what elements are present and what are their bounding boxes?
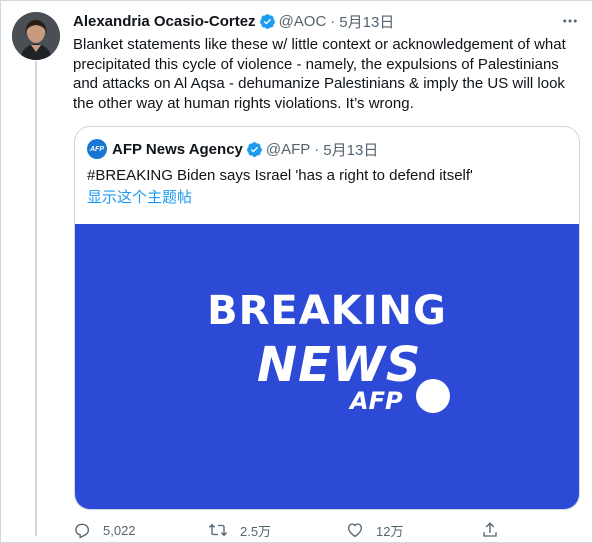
reply-icon xyxy=(75,523,90,539)
like-count: 12万 xyxy=(376,523,404,539)
quoted-tweet-text: #BREAKING Biden says Israel 'has a right… xyxy=(87,167,473,184)
news-text: NEWS xyxy=(257,337,422,393)
like-button[interactable]: 12万 xyxy=(346,521,403,540)
separator-dot: · xyxy=(330,12,336,30)
tweet-text: Blanket statements like these w/ little … xyxy=(73,36,566,112)
more-icon[interactable] xyxy=(560,11,580,31)
quoted-tweet-header: AFP AFP News Agency @AFP · 5月13日 xyxy=(87,139,378,159)
reply-button[interactable]: 5,022 xyxy=(73,521,136,539)
quoted-tweet[interactable]: AFP AFP News Agency @AFP · 5月13日 #BREAKI… xyxy=(74,126,580,510)
breaking-news-image[interactable]: BREAKING NEWS AFP xyxy=(75,224,579,509)
like-icon xyxy=(347,523,363,538)
share-icon xyxy=(483,522,497,537)
thread-line xyxy=(35,61,37,536)
breaking-text: BREAKING xyxy=(207,288,447,334)
show-thread-link[interactable]: 显示这个主题帖 xyxy=(87,188,192,208)
quoted-author-name: AFP News Agency xyxy=(112,140,243,158)
action-bar: 5,022 2.5万 12万 xyxy=(73,519,503,541)
separator-dot: · xyxy=(314,140,320,158)
avatar[interactable] xyxy=(12,12,60,60)
retweet-count: 2.5万 xyxy=(240,523,272,539)
tweet-date[interactable]: 5月13日 xyxy=(339,11,394,32)
afp-logo-text: AFP xyxy=(350,387,403,415)
share-button[interactable] xyxy=(481,521,511,539)
retweet-button[interactable]: 2.5万 xyxy=(208,521,271,540)
author-handle[interactable]: @AOC xyxy=(279,13,327,30)
avatar-image xyxy=(12,12,60,60)
quoted-avatar: AFP xyxy=(87,139,107,159)
verified-icon xyxy=(259,13,276,30)
retweet-icon xyxy=(208,523,228,537)
afp-logo-circle xyxy=(416,379,450,413)
quoted-tweet-date: 5月13日 xyxy=(323,141,379,159)
author-name[interactable]: Alexandria Ocasio-Cortez xyxy=(73,13,256,30)
quoted-author-handle: @AFP xyxy=(265,140,311,158)
tweet-card: Alexandria Ocasio-Cortez @AOC · 5月13日 Bl… xyxy=(0,0,593,543)
tweet-header: Alexandria Ocasio-Cortez @AOC · 5月13日 xyxy=(73,11,552,31)
verified-icon xyxy=(246,141,263,158)
reply-count: 5,022 xyxy=(103,522,136,538)
